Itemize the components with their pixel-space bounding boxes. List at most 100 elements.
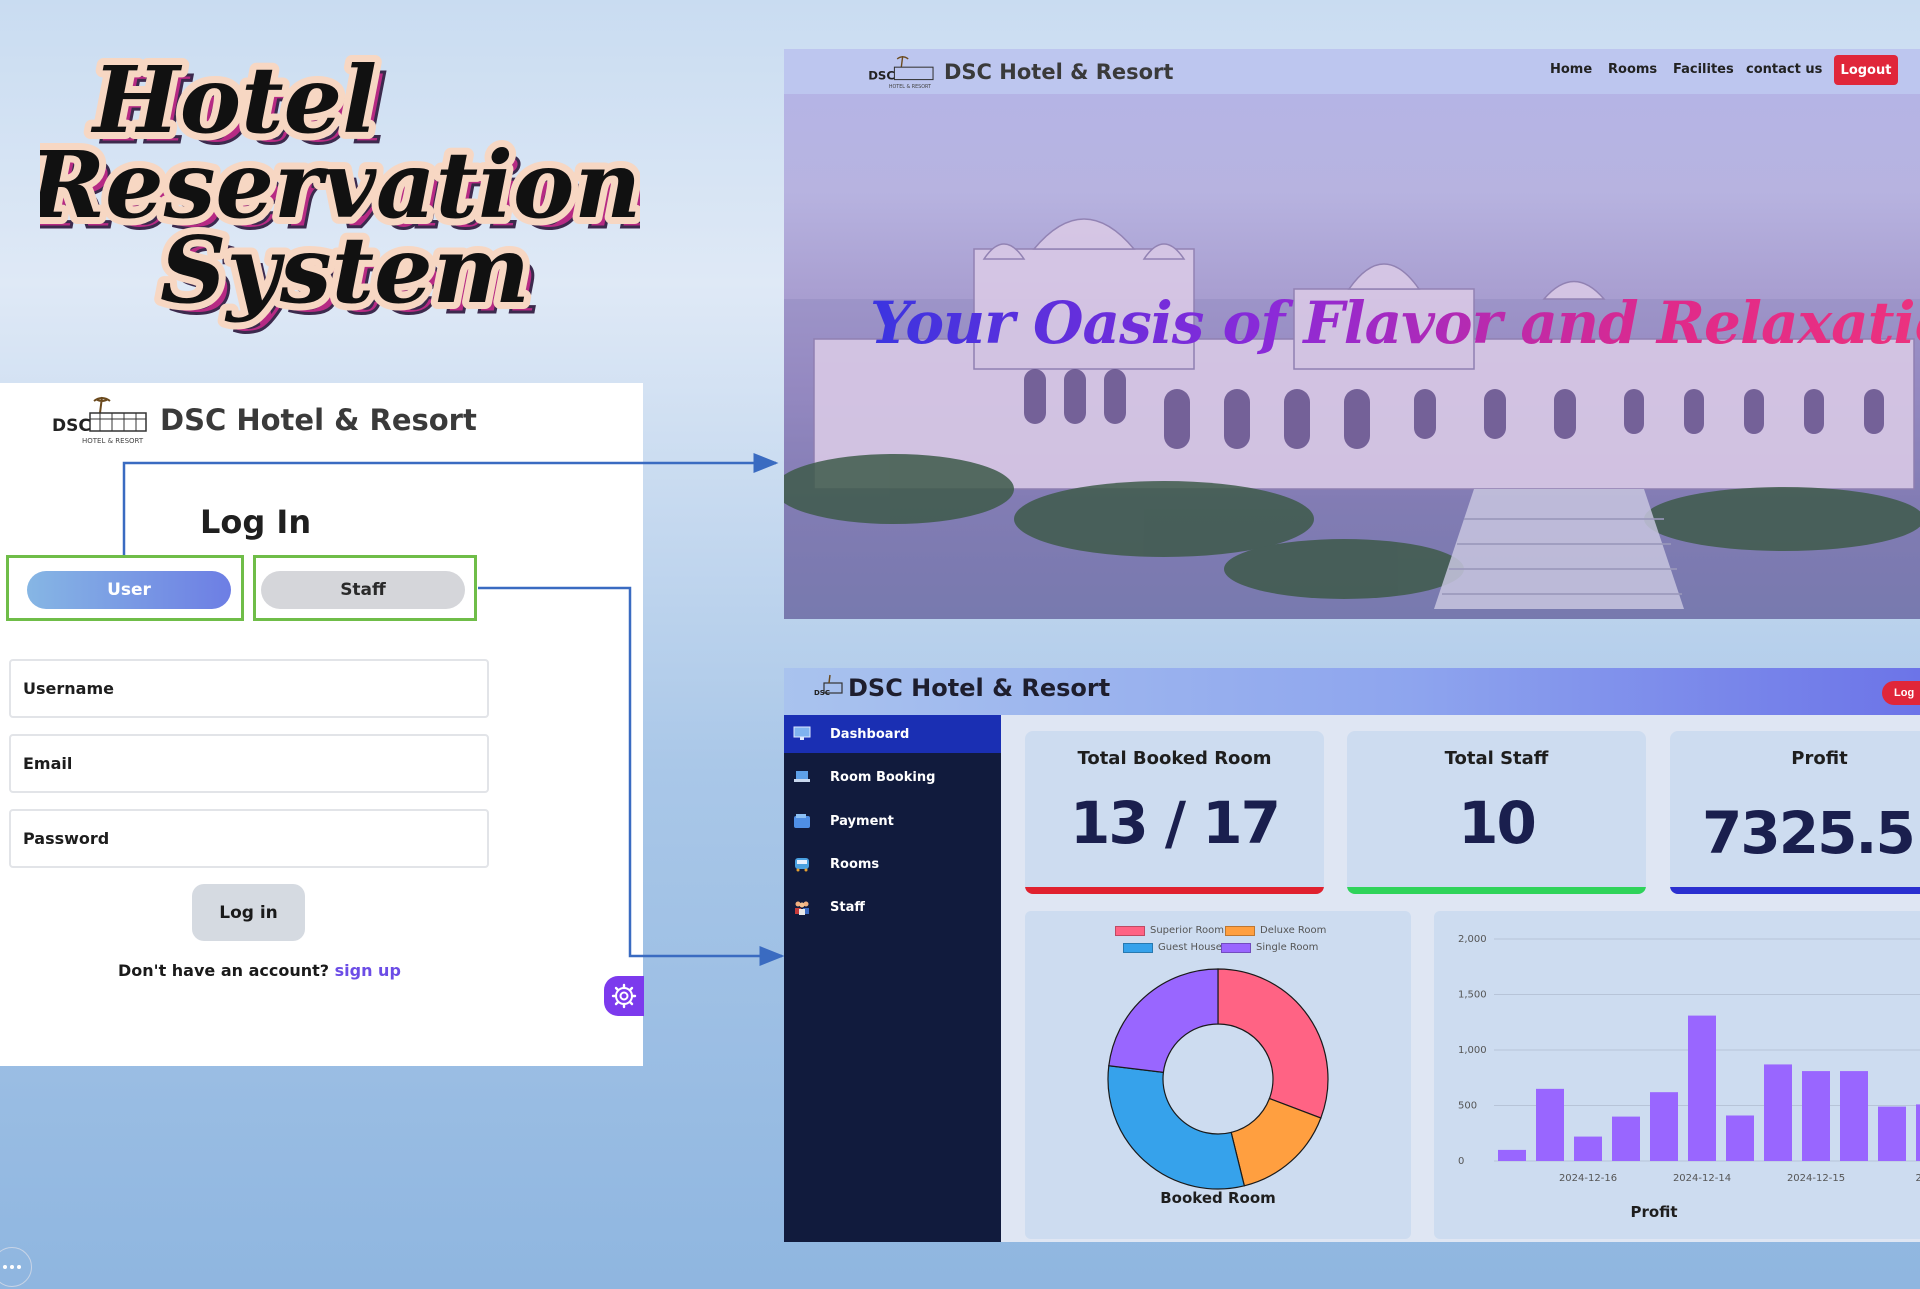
login-panel: DSC HOTEL & RESORT DSC Hotel & Resort Lo… (0, 383, 644, 1066)
dashboard-header: DSC DSC Hotel & Resort Log (784, 668, 1920, 715)
username-field[interactable]: Username (9, 659, 489, 718)
wallet-icon (792, 812, 812, 830)
stat-card-title: Total Staff (1444, 748, 1549, 769)
login-title: Log In (200, 503, 312, 541)
laptop-icon (792, 768, 812, 786)
brand-name: DSC Hotel & Resort (160, 403, 477, 437)
nav-home-link[interactable]: Home (1550, 62, 1592, 77)
x-tick-label: 2024-12-14 (1673, 1173, 1731, 1184)
profit-bar[interactable] (1878, 1106, 1906, 1161)
home-navbar: DSC HOTEL & RESORT DSC Hotel & Resort Ho… (784, 49, 1920, 94)
stat-card-profit: Profit 7325.5 ৳ (1670, 731, 1920, 894)
legend-item[interactable]: Superior Room (1115, 925, 1224, 936)
sidebar-item-rooms[interactable]: Rooms (784, 845, 1001, 883)
profit-bar[interactable] (1498, 1149, 1526, 1161)
gear-icon (611, 983, 637, 1009)
sidebar-item-label: Staff (830, 899, 865, 915)
username-placeholder: Username (23, 679, 114, 698)
user-toggle-highlight: User (6, 555, 244, 621)
sidebar-item-payment[interactable]: Payment (784, 802, 1001, 840)
profit-bar-chart: 0 500 1,000 1,500 2,000 2024-12-16 2024-12-14 2… (1458, 934, 1920, 1184)
profit-bar[interactable] (1650, 1092, 1678, 1161)
profit-bar[interactable] (1916, 1104, 1920, 1161)
profit-bar[interactable] (1726, 1115, 1754, 1161)
profit-bar[interactable] (1574, 1136, 1602, 1161)
stat-card-value: 13 / 17 (1070, 789, 1281, 857)
x-tick-label: 2024- (1915, 1173, 1920, 1184)
signup-prompt: Don't have an account? sign up (118, 961, 401, 980)
x-tick-label: 2024-12-16 (1559, 1173, 1617, 1184)
profit-bar[interactable] (1840, 1071, 1868, 1161)
hotel-logo-icon: DSC (814, 674, 843, 697)
logout-button[interactable]: Logout (1834, 55, 1898, 85)
hero-banner: Your Oasis of Flavor and Relaxation! (784, 49, 1920, 619)
more-options-button[interactable] (0, 1247, 32, 1287)
title-artwork: Hotel Reservation System Hotel Reservati… (40, 39, 640, 336)
donut-chart (1107, 968, 1329, 1190)
stat-card-booked-rooms: Total Booked Room 13 / 17 (1025, 731, 1324, 894)
x-tick-label: 2024-12-15 (1787, 1173, 1845, 1184)
booked-room-chart-card: Superior Room Deluxe Room Guest House Si… (1025, 911, 1411, 1239)
login-button[interactable]: Log in (192, 884, 305, 941)
profit-bar[interactable] (1688, 1015, 1716, 1161)
dashboard-logout-button[interactable]: Log (1882, 681, 1920, 705)
svg-text:DSC: DSC (52, 416, 91, 436)
brand-name: DSC Hotel & Resort (944, 60, 1174, 84)
donut-slice-guest-house[interactable] (1107, 1065, 1246, 1190)
profit-bar[interactable] (1802, 1071, 1830, 1161)
profit-bar[interactable] (1612, 1116, 1640, 1161)
nav-contact-link[interactable]: contact us (1746, 62, 1822, 77)
signup-link[interactable]: sign up (335, 961, 401, 980)
sidebar-item-room-booking[interactable]: Room Booking (784, 758, 1001, 796)
stat-card-title: Profit (1791, 748, 1848, 769)
people-icon (792, 898, 812, 916)
settings-button[interactable] (604, 976, 644, 1016)
staff-toggle-button[interactable]: Staff (261, 571, 465, 609)
svg-text:DSC: DSC (814, 689, 830, 697)
y-tick-label: 1,500 (1458, 990, 1487, 1001)
legend-item[interactable]: Deluxe Room (1225, 925, 1326, 936)
nav-rooms-link[interactable]: Rooms (1608, 62, 1657, 77)
stat-card-total-staff: Total Staff 10 (1347, 731, 1646, 894)
dashboard-brand[interactable]: DSC DSC Hotel & Resort (814, 673, 1110, 703)
profit-bar[interactable] (1764, 1064, 1792, 1161)
sidebar-item-label: Room Booking (830, 769, 936, 785)
y-tick-label: 500 (1458, 1101, 1477, 1112)
brand-header: DSC HOTEL & RESORT DSC Hotel & Resort (50, 391, 477, 449)
donut-chart-title: Booked Room (1160, 1189, 1276, 1207)
dashboard-preview: DSC DSC Hotel & Resort Log Dashboard Roo… (784, 668, 1920, 1242)
y-tick-label: 1,000 (1458, 1045, 1487, 1056)
sidebar-item-staff[interactable]: Staff (784, 888, 1001, 926)
donut-slice-superior-room[interactable] (1217, 968, 1329, 1119)
title-text: Hotel Reservation System (40, 46, 640, 324)
password-placeholder: Password (23, 829, 110, 848)
stat-card-accent-bar (1670, 887, 1920, 894)
profit-chart-card: 0 500 1,000 1,500 2,000 2024-12-16 2024-12-14 2… (1434, 911, 1920, 1239)
svg-text:HOTEL & RESORT: HOTEL & RESORT (82, 437, 144, 445)
stat-card-value: 7325.5 ৳ (1702, 799, 1920, 867)
y-tick-label: 0 (1458, 1156, 1464, 1167)
hotel-logo-icon: DSC HOTEL & RESORT (52, 396, 147, 445)
sidebar-item-label: Payment (830, 813, 894, 829)
password-field[interactable]: Password (9, 809, 489, 868)
nav-facilities-link[interactable]: Facilites (1673, 62, 1734, 77)
home-brand[interactable]: DSC HOTEL & RESORT DSC Hotel & Resort (866, 52, 1173, 92)
sidebar-item-label: Rooms (830, 856, 880, 872)
ellipsis-icon (3, 1265, 21, 1269)
hotel-logo-icon: DSC HOTEL & RESORT (868, 56, 934, 90)
hero-tagline: Your Oasis of Flavor and Relaxation! (870, 289, 1920, 357)
sidebar-item-dashboard[interactable]: Dashboard (784, 715, 1001, 753)
stat-card-title: Total Booked Room (1077, 748, 1272, 769)
signup-prompt-text: Don't have an account? (118, 961, 330, 980)
monitor-icon (792, 725, 812, 743)
user-toggle-button[interactable]: User (27, 571, 231, 609)
email-field[interactable]: Email (9, 734, 489, 793)
stat-card-accent-bar (1025, 887, 1324, 894)
donut-slice-single-room[interactable] (1108, 968, 1219, 1074)
y-tick-label: 2,000 (1458, 934, 1487, 945)
title-line-3: System (160, 216, 530, 324)
staff-toggle-highlight: Staff (253, 555, 477, 621)
sidebar-item-label: Dashboard (830, 726, 910, 742)
profit-bar[interactable] (1536, 1088, 1564, 1161)
stat-card-value: 10 (1458, 789, 1537, 857)
